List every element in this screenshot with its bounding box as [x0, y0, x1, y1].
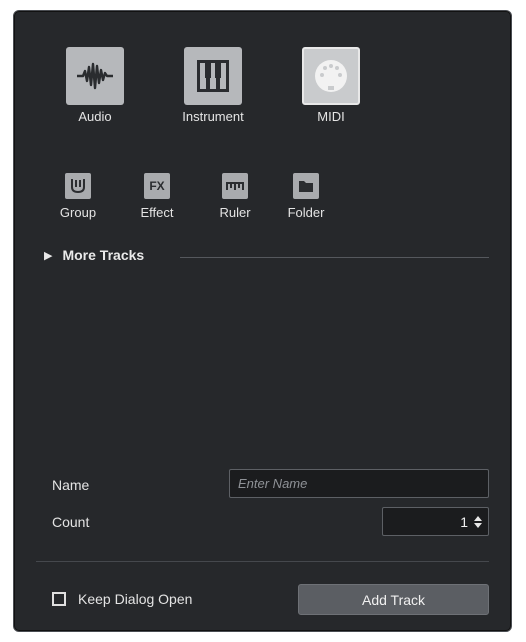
add-track-dialog: Audio Instrument MIDI Group FX Effect Ru…: [13, 10, 512, 632]
count-label: Count: [52, 514, 90, 530]
track-type-label: Audio: [78, 109, 112, 124]
track-type-midi-button[interactable]: MIDI: [296, 47, 366, 124]
track-type-label: Folder: [287, 205, 325, 220]
name-input[interactable]: [229, 469, 489, 498]
track-type-label: MIDI: [317, 109, 345, 124]
midi-connector-icon: [302, 47, 360, 105]
folder-icon: [293, 173, 319, 199]
track-type-group-button[interactable]: Group: [48, 173, 108, 220]
track-type-label: Effect: [140, 205, 174, 220]
name-label: Name: [52, 477, 90, 493]
fx-glyph: FX: [149, 179, 165, 193]
piano-keys-icon: [184, 47, 242, 105]
track-type-label: Ruler: [219, 205, 251, 220]
spinner-down-icon[interactable]: [474, 522, 482, 528]
footer-divider: [36, 561, 489, 562]
spinner-up-icon[interactable]: [474, 515, 482, 521]
audio-waveform-icon: [66, 47, 124, 105]
track-type-ruler-button[interactable]: Ruler: [205, 173, 265, 220]
keep-dialog-open-checkbox[interactable]: Keep Dialog Open: [52, 591, 192, 607]
track-type-folder-button[interactable]: Folder: [276, 173, 336, 220]
track-type-label: Group: [59, 205, 97, 220]
track-type-instrument-button[interactable]: Instrument: [178, 47, 248, 124]
count-stepper[interactable]: 1: [382, 507, 489, 536]
section-divider: [180, 257, 489, 258]
triangle-right-icon: ▶: [44, 249, 53, 262]
checkbox-box[interactable]: [52, 592, 66, 606]
more-tracks-label: More Tracks: [62, 247, 145, 263]
ruler-icon: [222, 173, 248, 199]
group-fader-icon: [65, 173, 91, 199]
track-type-audio-button[interactable]: Audio: [60, 47, 130, 124]
count-spinner[interactable]: [474, 515, 482, 528]
count-value: 1: [460, 513, 468, 530]
fx-icon: FX: [144, 173, 170, 199]
more-tracks-toggle[interactable]: ▶ More Tracks: [44, 247, 144, 263]
add-track-button[interactable]: Add Track: [298, 584, 489, 615]
keep-dialog-open-label: Keep Dialog Open: [78, 591, 193, 607]
track-type-effect-button[interactable]: FX Effect: [127, 173, 187, 220]
track-type-label: Instrument: [182, 109, 244, 124]
